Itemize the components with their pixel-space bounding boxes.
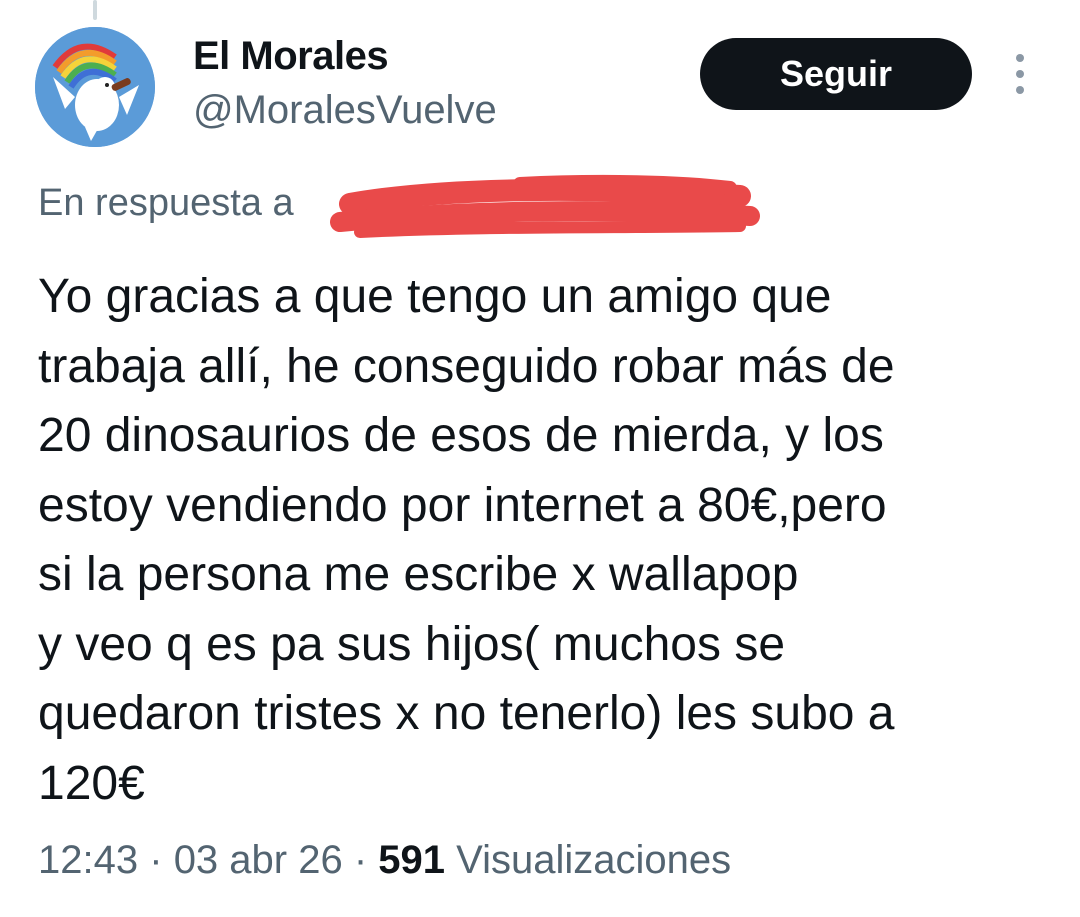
tweet-date[interactable]: 03 abr 26 xyxy=(174,838,343,882)
tweet-line: Yo gracias a que tengo un amigo que xyxy=(38,270,832,323)
views-count[interactable]: 591 xyxy=(378,838,445,882)
tweet-line: si la persona me escribe x wallapop xyxy=(38,548,799,601)
separator: · xyxy=(353,838,368,882)
views-label[interactable]: Visualizaciones xyxy=(456,838,731,882)
tweet-text: Yo gracias a que tengo un amigo que trab… xyxy=(38,262,1068,818)
reply-to-label: En respuesta a xyxy=(38,182,294,224)
tweet-metadata: 12:43 · 03 abr 26 · 591 Visualizaciones xyxy=(38,838,731,883)
tweet-line: 120€ xyxy=(38,756,145,810)
tweet-line: estoy vendiendo por internet a 80€,pero xyxy=(38,478,887,532)
more-dot xyxy=(1016,86,1024,94)
tweet-line: quedaron tristes x no tenerlo) les subo … xyxy=(38,687,895,740)
separator: · xyxy=(149,838,163,882)
dove-avatar-icon xyxy=(35,27,155,147)
tweet-line: trabaja allí, he conseguido robar más de xyxy=(38,339,895,393)
avatar[interactable] xyxy=(35,27,155,147)
more-dot xyxy=(1016,70,1024,78)
more-vertical-icon[interactable] xyxy=(1008,54,1032,94)
tweet-line: y veo q es pa sus hijos( muchos se xyxy=(38,617,786,671)
user-handle[interactable]: @MoralesVuelve xyxy=(193,88,497,133)
tweet-time[interactable]: 12:43 xyxy=(38,838,138,882)
follow-button[interactable]: Seguir xyxy=(700,38,972,110)
redaction-scribble xyxy=(330,174,760,238)
display-name[interactable]: El Morales xyxy=(193,34,389,79)
thread-connector-line xyxy=(93,0,97,20)
more-dot xyxy=(1016,54,1024,62)
tweet-line: 20 dinosaurios de esos de mierda, y los xyxy=(38,409,884,462)
